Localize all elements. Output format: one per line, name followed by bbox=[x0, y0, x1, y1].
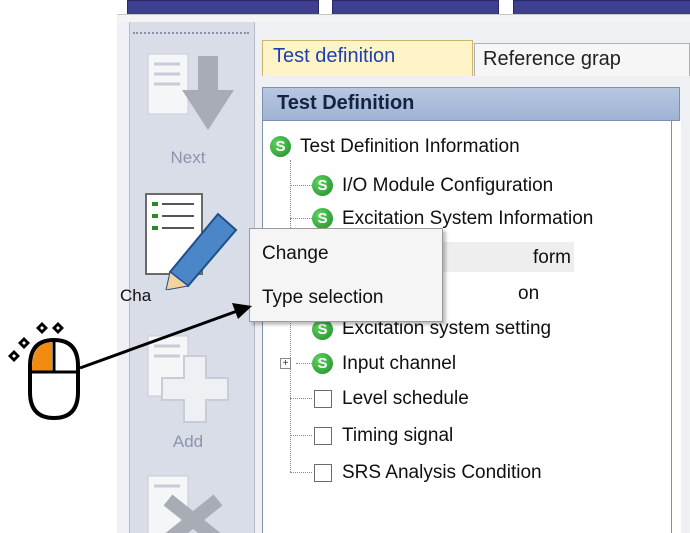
mouse-icon bbox=[28, 337, 80, 421]
arrow-icon bbox=[79, 303, 252, 370]
annotation-overlay bbox=[8, 303, 252, 421]
